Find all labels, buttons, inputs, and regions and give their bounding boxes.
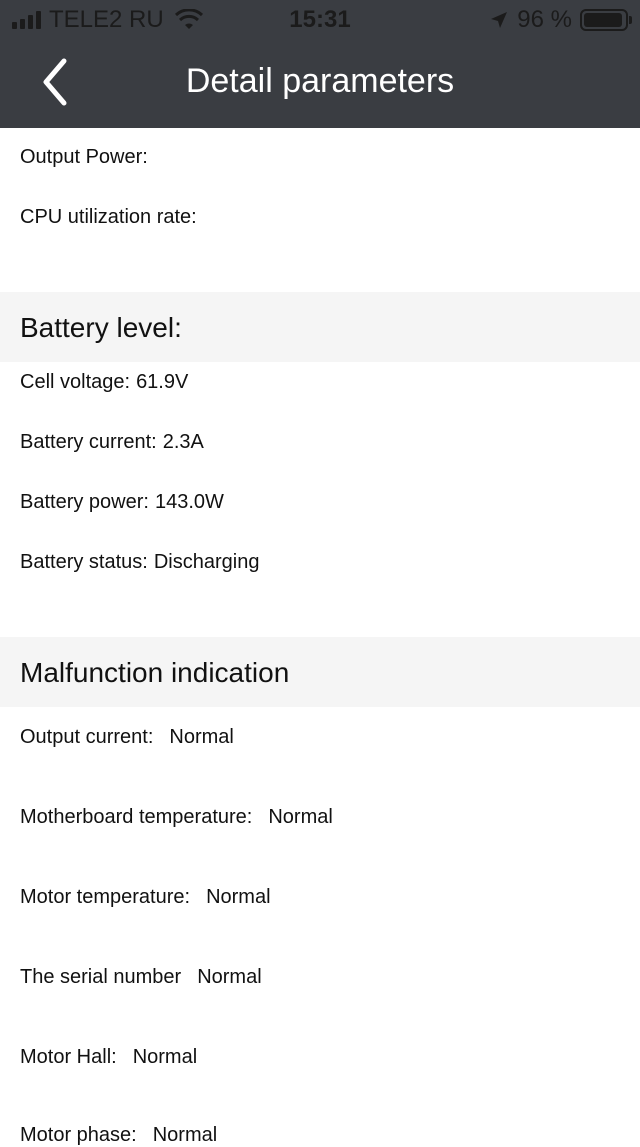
serial-number-row: The serial number Normal: [20, 966, 262, 989]
page-title: Detail parameters: [185, 62, 455, 100]
battery-percent: 96 %: [517, 6, 572, 33]
battery-icon: [580, 9, 632, 31]
status-bar: TELE2 RU 15:31 96 %: [0, 0, 640, 40]
section-title: Battery level:: [20, 312, 182, 343]
cpu-utilization-row: CPU utilization rate:: [20, 206, 203, 229]
row-label: The serial number: [20, 966, 182, 988]
output-power-row: Output Power:: [20, 146, 154, 169]
battery-power-row: Battery power: 143.0W: [20, 491, 224, 514]
malfunction-section-header: Malfunction indication: [0, 637, 640, 707]
row-value: Normal: [206, 886, 271, 908]
battery-current-row: Battery current: 2.3A: [20, 431, 204, 454]
row-label: Cell voltage:: [20, 371, 131, 393]
app-header: TELE2 RU 15:31 96 % Detail parameters: [0, 0, 640, 128]
row-value: 143.0W: [154, 491, 224, 513]
row-label: CPU utilization rate:: [20, 206, 197, 228]
motor-temperature-row: Motor temperature: Normal: [20, 886, 271, 909]
row-label: Motor temperature:: [20, 886, 191, 908]
motherboard-temperature-row: Motherboard temperature: Normal: [20, 806, 333, 829]
output-current-row: Output current: Normal: [20, 726, 234, 749]
row-value: Discharging: [153, 551, 260, 573]
cell-voltage-row: Cell voltage: 61.9V: [20, 371, 188, 394]
row-value: Normal: [169, 726, 234, 748]
motor-hall-row: Motor Hall: Normal: [20, 1046, 197, 1069]
battery-fill: [584, 13, 623, 27]
row-label: Battery current:: [20, 431, 157, 453]
nav-bar: Detail parameters: [0, 40, 640, 128]
row-label: Battery status:: [20, 551, 148, 573]
battery-status-row: Battery status: Discharging: [20, 551, 259, 574]
row-value: Normal: [132, 1046, 198, 1068]
row-label: Motor Hall:: [20, 1046, 117, 1068]
row-value: 61.9V: [136, 371, 189, 393]
row-value: Normal: [152, 1124, 218, 1146]
row-label: Motherboard temperature:: [20, 806, 253, 828]
row-label: Output Power:: [20, 146, 148, 168]
right-status: 96 %: [489, 6, 632, 34]
battery-section-header: Battery level:: [0, 292, 640, 362]
section-title: Malfunction indication: [20, 657, 290, 688]
row-value: Normal: [197, 966, 262, 988]
location-arrow-icon: [491, 12, 508, 28]
row-label: Battery power:: [20, 491, 149, 513]
row-value: 2.3A: [162, 431, 204, 453]
row-label: Output current:: [20, 726, 154, 748]
row-label: Motor phase:: [20, 1124, 137, 1146]
row-value: Normal: [268, 806, 333, 828]
